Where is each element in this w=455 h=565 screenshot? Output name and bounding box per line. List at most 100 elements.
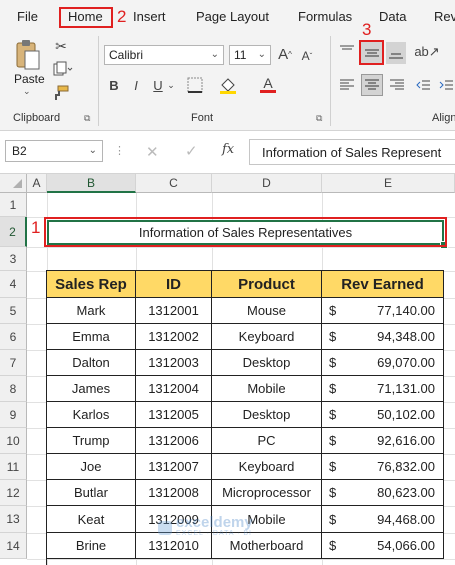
- row-header-2[interactable]: 2: [0, 217, 27, 247]
- font-size-combo[interactable]: 11 ⌄: [229, 45, 271, 65]
- increase-indent-icon[interactable]: [437, 76, 455, 94]
- table-cell[interactable]: 1312004: [136, 376, 212, 402]
- decrease-font-size-icon[interactable]: Aˇ: [298, 46, 316, 66]
- table-cell[interactable]: Butlar: [47, 480, 136, 506]
- font-dialog-launcher-icon[interactable]: ⧉: [316, 113, 322, 124]
- row-header-13[interactable]: 13: [0, 506, 27, 533]
- paste-label[interactable]: Paste: [14, 72, 45, 86]
- table-cell[interactable]: Mouse: [212, 298, 322, 324]
- row-header-14[interactable]: 14: [0, 533, 27, 559]
- table-cell[interactable]: 1312005: [136, 402, 212, 428]
- table-header-cell[interactable]: Product: [212, 271, 322, 298]
- font-color-icon[interactable]: A: [258, 74, 278, 94]
- table-cell[interactable]: 1312008: [136, 480, 212, 506]
- bottom-align-icon[interactable]: [386, 42, 406, 64]
- table-header-cell[interactable]: ID: [136, 271, 212, 298]
- tab-data[interactable]: Data: [379, 9, 406, 24]
- tab-review[interactable]: Rev: [434, 9, 455, 24]
- decrease-indent-icon[interactable]: [414, 76, 432, 94]
- table-cell[interactable]: 1312003: [136, 350, 212, 376]
- row-header-9[interactable]: 9: [0, 402, 27, 428]
- tab-page-layout[interactable]: Page Layout: [196, 9, 269, 24]
- font-name-chevron-down-icon[interactable]: ⌄: [211, 46, 219, 64]
- row-header-11[interactable]: 11: [0, 454, 27, 480]
- table-header-cell[interactable]: Rev Earned: [322, 271, 444, 298]
- table-cell[interactable]: PC: [212, 428, 322, 454]
- orientation-icon[interactable]: ab↗: [414, 42, 440, 62]
- table-cell[interactable]: Keyboard: [212, 324, 322, 350]
- table-cell[interactable]: Microprocessor: [212, 480, 322, 506]
- table-cell[interactable]: Keyboard: [212, 454, 322, 480]
- table-cell[interactable]: 1312007: [136, 454, 212, 480]
- font-size-chevron-down-icon[interactable]: ⌄: [258, 46, 266, 64]
- table-cell[interactable]: $54,066.00: [322, 533, 444, 559]
- table-cell[interactable]: Desktop: [212, 402, 322, 428]
- table-cell[interactable]: Trump: [47, 428, 136, 454]
- table-cell[interactable]: Desktop: [212, 350, 322, 376]
- top-align-icon[interactable]: [338, 42, 356, 60]
- column-header-c[interactable]: C: [136, 174, 212, 193]
- copy-icon[interactable]: [52, 60, 74, 78]
- table-cell[interactable]: $94,348.00: [322, 324, 444, 350]
- table-cell[interactable]: Emma: [47, 324, 136, 350]
- row-header-6[interactable]: 6: [0, 324, 27, 350]
- name-box[interactable]: B2 ⌄: [5, 140, 103, 162]
- table-cell[interactable]: $94,468.00: [322, 506, 444, 533]
- table-cell[interactable]: $77,140.00: [322, 298, 444, 324]
- row-header-10[interactable]: 10: [0, 428, 27, 454]
- fill-color-icon[interactable]: [218, 76, 238, 94]
- underline-icon[interactable]: U: [150, 76, 166, 94]
- table-cell[interactable]: Dalton: [47, 350, 136, 376]
- increase-font-size-icon[interactable]: A ^: [276, 44, 294, 64]
- select-all-corner[interactable]: [0, 174, 27, 193]
- table-cell[interactable]: Mark: [47, 298, 136, 324]
- cut-icon[interactable]: ✂: [52, 37, 70, 55]
- tab-formulas[interactable]: Formulas: [298, 9, 352, 24]
- table-cell[interactable]: Mobile: [212, 376, 322, 402]
- name-box-chevron-down-icon[interactable]: ⌄: [89, 141, 97, 161]
- row-header-7[interactable]: 7: [0, 350, 27, 376]
- paste-chevron-down-icon[interactable]: ⌄: [23, 86, 31, 97]
- table-cell[interactable]: Keat: [47, 506, 136, 533]
- bold-icon[interactable]: B: [106, 76, 122, 94]
- row-header-3[interactable]: 3: [0, 247, 27, 271]
- insert-function-icon[interactable]: fx: [222, 142, 234, 157]
- table-cell[interactable]: $76,832.00: [322, 454, 444, 480]
- table-cell[interactable]: 1312002: [136, 324, 212, 350]
- row-header-5[interactable]: 5: [0, 298, 27, 324]
- row-header-4[interactable]: 4: [0, 271, 27, 298]
- table-cell[interactable]: 1312010: [136, 533, 212, 559]
- table-cell[interactable]: $69,070.00: [322, 350, 444, 376]
- tab-file[interactable]: File: [17, 9, 38, 24]
- tab-insert[interactable]: Insert: [133, 9, 166, 24]
- paste-icon[interactable]: [13, 38, 43, 72]
- cancel-icon[interactable]: ✕: [146, 143, 159, 161]
- clipboard-dialog-launcher-icon[interactable]: ⧉: [84, 113, 90, 124]
- table-cell[interactable]: 1312006: [136, 428, 212, 454]
- row-header-12[interactable]: 12: [0, 480, 27, 506]
- table-cell[interactable]: 1312009: [136, 506, 212, 533]
- formula-input[interactable]: Information of Sales Represent: [249, 139, 455, 165]
- table-header-cell[interactable]: Sales Rep: [47, 271, 136, 298]
- table-cell[interactable]: Mobile: [212, 506, 322, 533]
- font-name-combo[interactable]: Calibri ⌄: [104, 45, 224, 65]
- column-header-a[interactable]: A: [27, 174, 47, 193]
- align-left-icon[interactable]: [338, 76, 356, 94]
- table-cell[interactable]: $71,131.00: [322, 376, 444, 402]
- table-cell[interactable]: James: [47, 376, 136, 402]
- row-header-8[interactable]: 8: [0, 376, 27, 402]
- column-header-b[interactable]: B: [47, 174, 136, 193]
- table-cell[interactable]: Joe: [47, 454, 136, 480]
- table-cell[interactable]: $80,623.00: [322, 480, 444, 506]
- align-center-icon[interactable]: [361, 74, 383, 96]
- underline-chevron-down-icon[interactable]: ⌄: [166, 76, 176, 94]
- table-cell[interactable]: Brine: [47, 533, 136, 559]
- table-cell[interactable]: $50,102.00: [322, 402, 444, 428]
- table-cell[interactable]: $92,616.00: [322, 428, 444, 454]
- enter-icon[interactable]: ✓: [185, 142, 198, 160]
- italic-icon[interactable]: I: [128, 76, 144, 94]
- row-header-1[interactable]: 1: [0, 193, 27, 217]
- format-painter-icon[interactable]: [52, 84, 70, 102]
- table-cell[interactable]: Motherboard: [212, 533, 322, 559]
- table-cell[interactable]: Karlos: [47, 402, 136, 428]
